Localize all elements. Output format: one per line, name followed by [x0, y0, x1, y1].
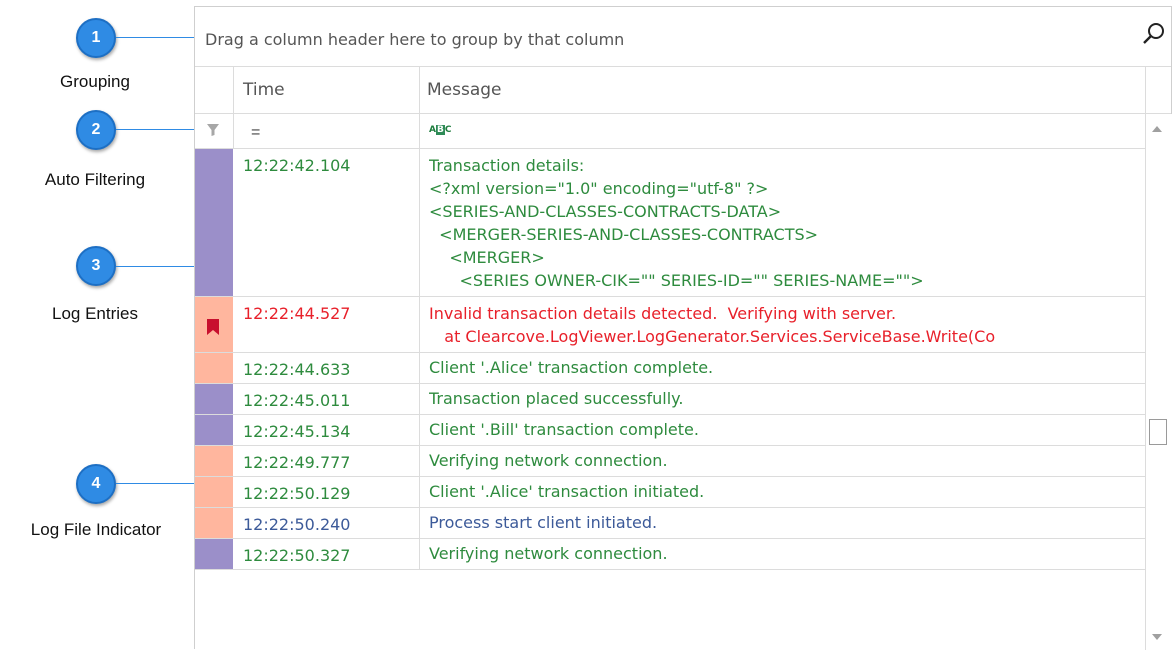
message-cell: Client '.Alice' transaction initiated.: [429, 482, 705, 501]
callout-2-label: Auto Filtering: [44, 170, 146, 189]
log-file-indicator: [195, 353, 233, 383]
time-cell: 12:22:50.327: [243, 546, 351, 565]
log-file-indicator: [195, 415, 233, 445]
group-by-hint: Drag a column header here to group by th…: [205, 30, 625, 49]
time-cell: 12:22:50.129: [243, 484, 351, 503]
table-row[interactable]: 12:22:45.134 Client '.Bill' transaction c…: [195, 415, 1145, 446]
table-row[interactable]: 12:22:45.011 Transaction placed successfu…: [195, 384, 1145, 415]
cell-divider: [419, 353, 420, 384]
time-cell: 12:22:45.134: [243, 422, 351, 441]
filter-divider: [233, 114, 234, 148]
cell-divider: [419, 446, 420, 477]
group-by-panel[interactable]: Drag a column header here to group by th…: [195, 7, 1171, 67]
log-file-indicator: [195, 446, 233, 476]
filter-icon[interactable]: [205, 122, 221, 138]
callout-4-label: Log File Indicator: [30, 520, 162, 539]
scroll-up-arrow-icon[interactable]: [1152, 126, 1162, 132]
abc-filter-icon[interactable]: ABC: [429, 125, 451, 135]
callout-1-number: 1: [91, 29, 101, 46]
message-cell: Invalid transaction details detected. Ve…: [429, 304, 996, 346]
log-file-indicator: [195, 477, 233, 507]
callout-3-badge: 3: [76, 246, 116, 286]
column-header-time[interactable]: Time: [243, 67, 285, 113]
cell-divider: [419, 384, 420, 415]
log-file-indicator: [195, 384, 233, 414]
callout-4-number: 4: [91, 475, 101, 492]
header-divider[interactable]: [419, 67, 420, 113]
cell-divider: [419, 297, 420, 353]
column-header-row: Time Message: [195, 67, 1171, 114]
callout-3-number: 3: [91, 257, 101, 274]
cell-divider: [419, 477, 420, 508]
message-cell: Verifying network connection.: [429, 544, 668, 563]
header-divider: [233, 67, 234, 113]
table-row[interactable]: 12:22:50.240 Process start client initiat…: [195, 508, 1145, 539]
message-cell: Verifying network connection.: [429, 451, 668, 470]
table-row[interactable]: 12:22:50.327 Verifying network connection…: [195, 539, 1145, 570]
vertical-scrollbar[interactable]: [1145, 114, 1172, 650]
message-cell: Process start client initiated.: [429, 513, 658, 532]
bookmark-icon[interactable]: [207, 319, 219, 335]
callout-1-label: Grouping: [60, 72, 130, 91]
filter-divider: [419, 114, 420, 148]
time-cell: 12:22:44.633: [243, 360, 351, 379]
cell-divider: [419, 539, 420, 570]
time-cell: 12:22:45.011: [243, 391, 351, 410]
table-row[interactable]: 12:22:42.104 Transaction details: <?xml v…: [195, 149, 1145, 297]
message-cell: Client '.Bill' transaction complete.: [429, 420, 699, 439]
message-cell: Transaction details: <?xml version="1.0"…: [429, 156, 924, 290]
table-row[interactable]: 12:22:44.527 Invalid transaction details …: [195, 297, 1145, 353]
header-divider[interactable]: [1145, 67, 1146, 113]
cell-divider: [419, 415, 420, 446]
equals-operator[interactable]: =: [251, 124, 260, 142]
callout-3-label: Log Entries: [52, 304, 138, 323]
scroll-thumb[interactable]: [1149, 419, 1167, 445]
search-icon[interactable]: [1141, 21, 1167, 47]
time-cell: 12:22:50.240: [243, 515, 351, 534]
time-cell: 12:22:44.527: [243, 304, 351, 323]
callout-4-badge: 4: [76, 464, 116, 504]
message-cell: Client '.Alice' transaction complete.: [429, 358, 714, 377]
time-cell: 12:22:42.104: [243, 156, 351, 175]
callout-2-badge: 2: [76, 110, 116, 150]
cell-divider: [419, 149, 420, 297]
time-cell: 12:22:49.777: [243, 453, 351, 472]
table-row[interactable]: 12:22:44.633 Client '.Alice' transaction …: [195, 353, 1145, 384]
message-cell: Transaction placed successfully.: [429, 389, 684, 408]
log-file-indicator: [195, 149, 233, 296]
log-grid: Drag a column header here to group by th…: [194, 6, 1172, 650]
scroll-down-arrow-icon[interactable]: [1152, 634, 1162, 640]
callout-2-number: 2: [91, 121, 101, 138]
cell-divider: [419, 508, 420, 539]
log-file-indicator: [195, 539, 233, 569]
log-file-indicator: [195, 508, 233, 538]
table-row[interactable]: 12:22:50.129 Client '.Alice' transaction …: [195, 477, 1145, 508]
table-row[interactable]: 12:22:49.777 Verifying network connection…: [195, 446, 1145, 477]
auto-filter-row: = ABC: [195, 114, 1171, 149]
callout-1-badge: 1: [76, 18, 116, 58]
column-header-message[interactable]: Message: [427, 67, 502, 113]
